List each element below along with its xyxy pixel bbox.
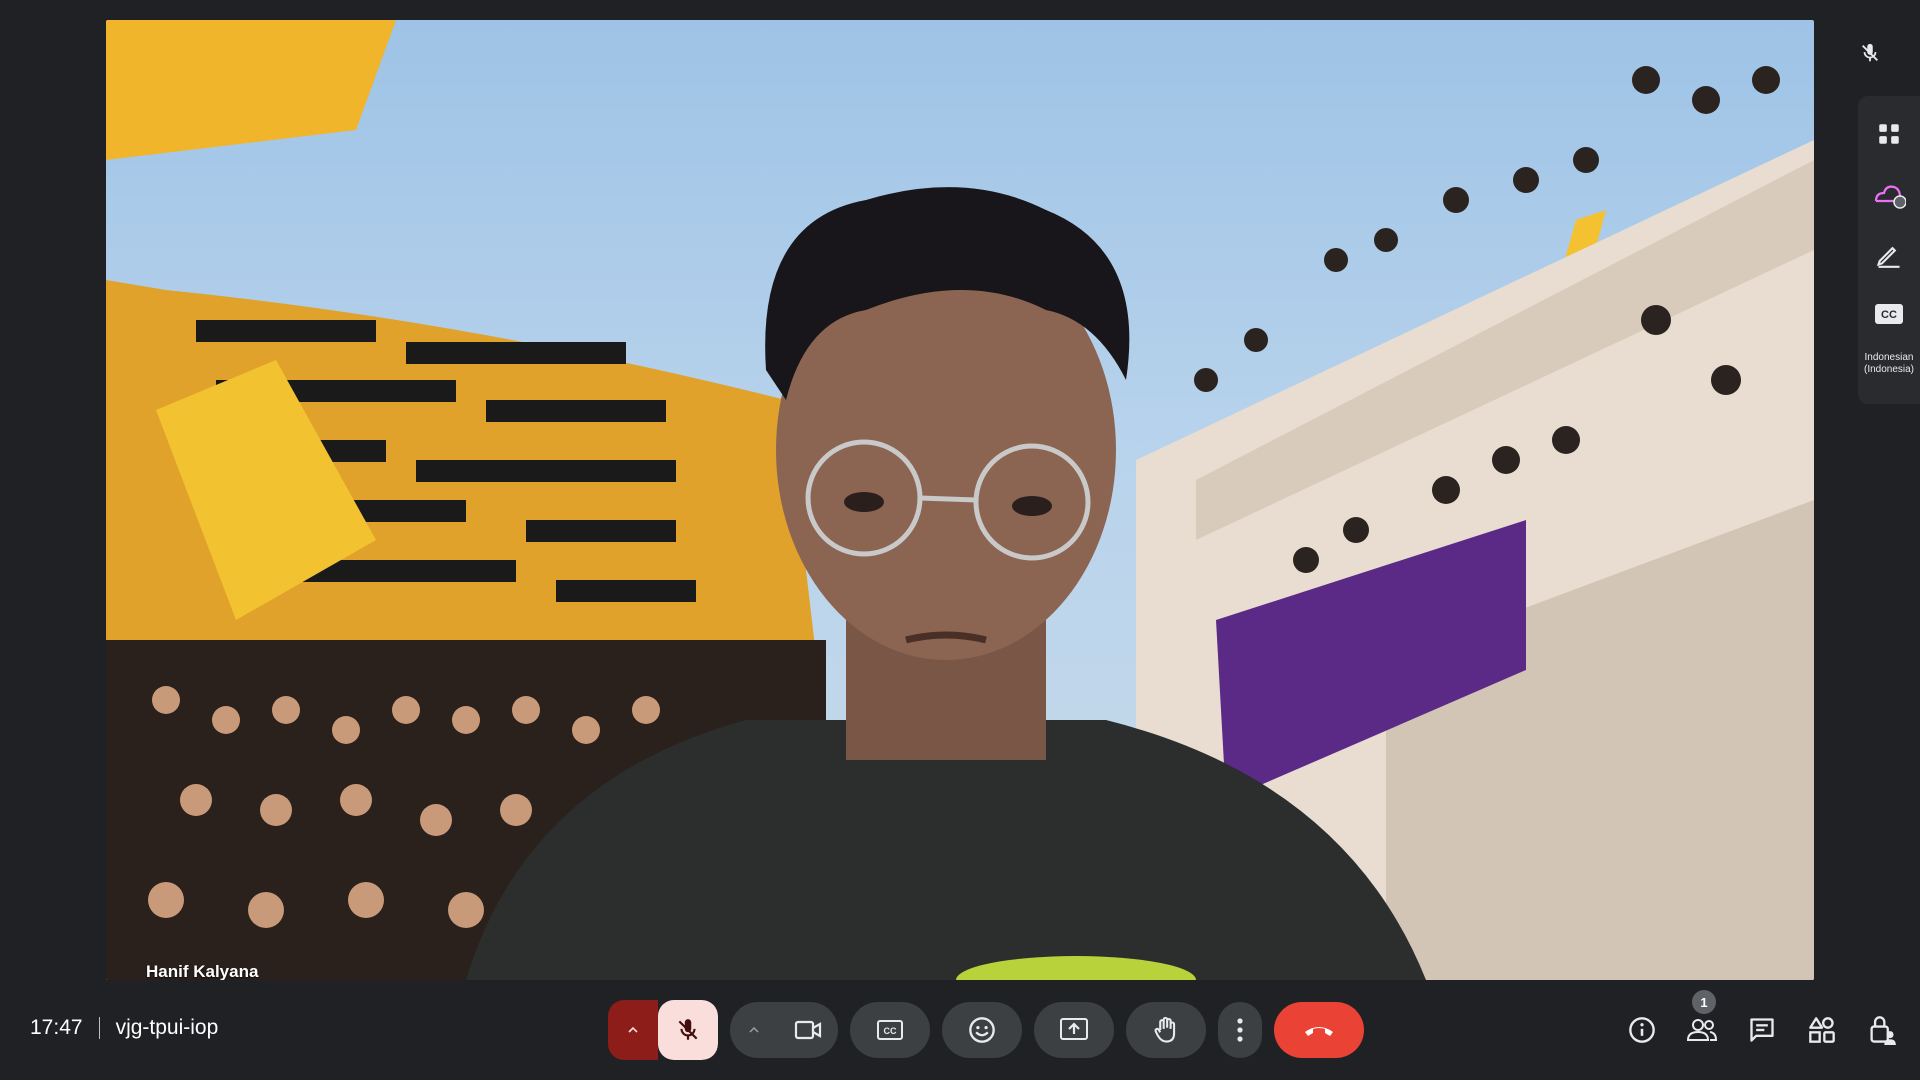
side-rail: CC Indonesian (Indonesia): [1858, 96, 1920, 404]
activities-shapes-icon: [1809, 1017, 1835, 1043]
divider: [98, 1017, 100, 1039]
pen-annotate-icon: [1876, 246, 1900, 268]
meeting-details-button[interactable]: [1612, 1008, 1672, 1052]
raise-hand-button[interactable]: [1126, 1002, 1206, 1058]
lock-person-icon: [1870, 1016, 1896, 1045]
people-icon: [1686, 1019, 1718, 1041]
chevron-up-icon: [628, 1026, 638, 1033]
host-controls-button[interactable]: [1852, 1008, 1912, 1052]
leave-call-button[interactable]: [1274, 1002, 1364, 1058]
present-screen-icon: [1060, 1018, 1088, 1040]
camera-control: [730, 1002, 838, 1058]
participant-name: Hanif Kalyana: [146, 962, 259, 980]
mic-off-icon: [678, 1019, 698, 1040]
more-vert-icon: [1237, 1018, 1243, 1042]
video-settings-button[interactable]: [730, 1002, 778, 1058]
meeting-tools: 1: [1612, 990, 1912, 1052]
closed-captions-icon: CC: [877, 1020, 903, 1040]
camera-toggle-button[interactable]: [778, 1002, 838, 1058]
raise-hand-icon: [1154, 1016, 1176, 1043]
people-button[interactable]: 1: [1672, 990, 1732, 1052]
end-call-icon: [1305, 1027, 1333, 1036]
more-options-button[interactable]: [1218, 1002, 1262, 1058]
send-reaction-button[interactable]: [942, 1002, 1022, 1058]
call-controls: CC: [608, 1000, 1376, 1060]
chevron-up-icon: [749, 1026, 759, 1033]
activities-button[interactable]: [1792, 1008, 1852, 1052]
captions-button[interactable]: CC: [1865, 290, 1913, 338]
mic-toggle-button[interactable]: [658, 1000, 718, 1060]
microphone-control: [608, 1000, 718, 1060]
captions-cc-icon: CC: [1875, 304, 1903, 324]
background-effects-icon: [1874, 185, 1906, 209]
video-camera-icon: [794, 1020, 822, 1040]
meeting-code[interactable]: vjg-tpui-iop: [116, 1016, 219, 1040]
chat-icon: [1750, 1018, 1774, 1042]
chat-button[interactable]: [1732, 1008, 1792, 1052]
audio-settings-button[interactable]: [608, 1000, 658, 1060]
apps-grid-button[interactable]: [1865, 110, 1913, 158]
svg-text:CC: CC: [1881, 309, 1897, 321]
caption-language-label[interactable]: Indonesian (Indonesia): [1859, 352, 1919, 376]
annotate-button[interactable]: [1865, 230, 1913, 278]
svg-text:CC: CC: [884, 1026, 897, 1036]
emoji-smile-icon: [969, 1017, 995, 1043]
meeting-time: 17:47: [30, 1016, 83, 1039]
captions-toggle-button[interactable]: CC: [850, 1002, 930, 1058]
participant-count-badge: 1: [1692, 990, 1716, 1014]
participant-mic-off-icon: [1855, 38, 1885, 68]
present-screen-button[interactable]: [1034, 1002, 1114, 1058]
video-background-image: [106, 20, 1814, 980]
participant-video-tile[interactable]: Hanif Kalyana: [106, 20, 1814, 980]
meeting-info: 17:47 vjg-tpui-iop: [30, 1016, 218, 1040]
info-icon: [1629, 1017, 1655, 1043]
background-effects-button[interactable]: [1865, 170, 1913, 218]
apps-grid-icon: [1879, 124, 1899, 144]
